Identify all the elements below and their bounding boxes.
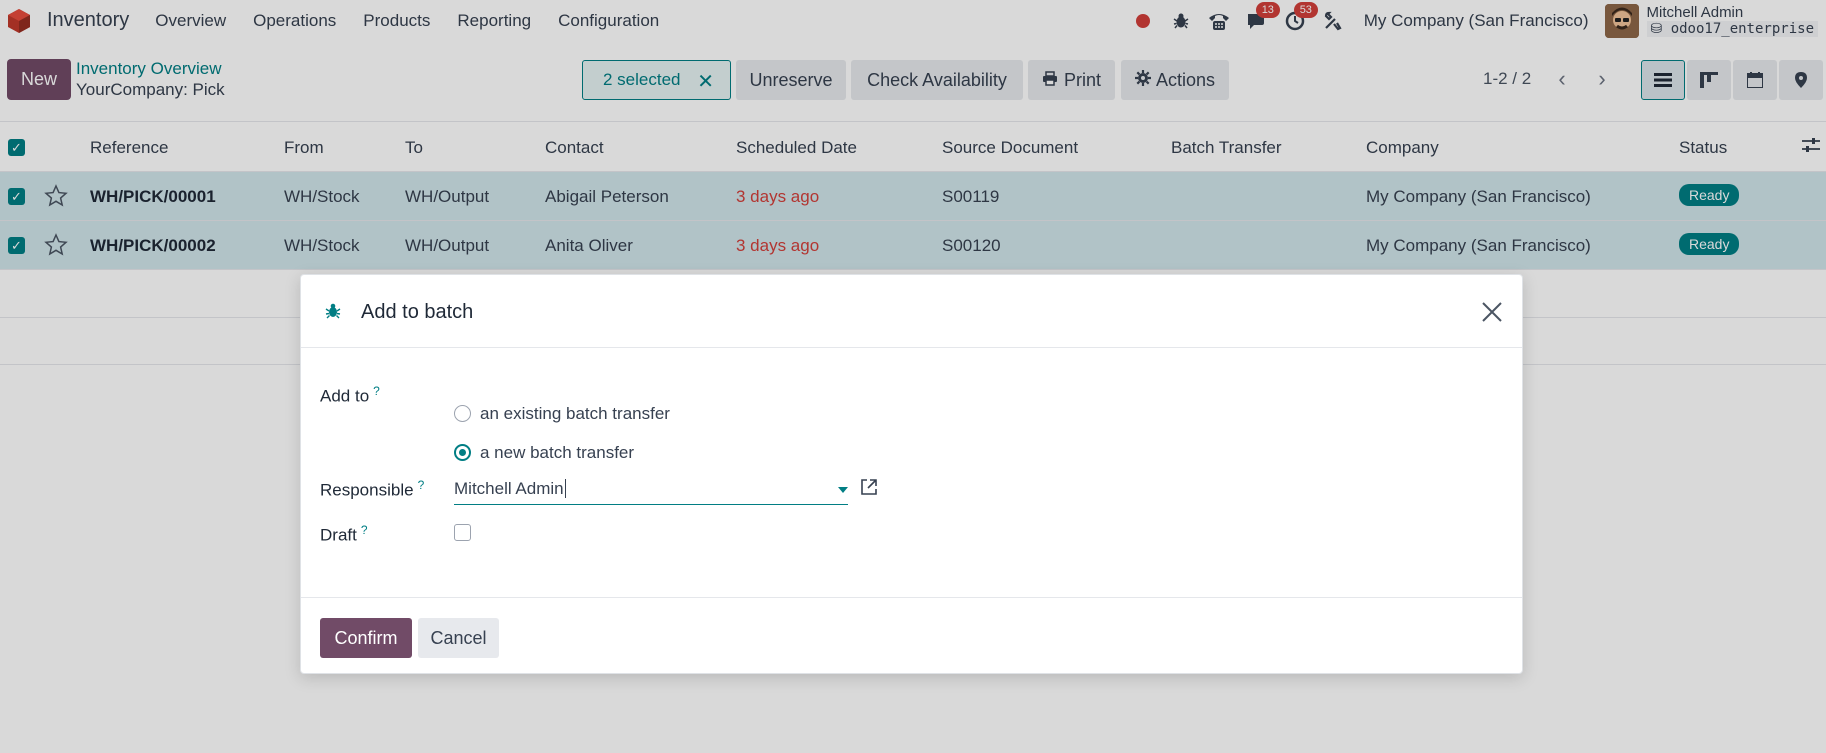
draft-label-text: Draft [320, 525, 357, 545]
add-to-label-text: Add to [320, 386, 370, 406]
close-icon[interactable] [1479, 299, 1505, 325]
help-icon[interactable]: ? [361, 523, 368, 537]
dialog-header: Add to batch [301, 275, 1522, 348]
draft-checkbox[interactable] [454, 524, 471, 541]
dialog-title: Add to batch [361, 301, 474, 323]
radio-existing-batch-label[interactable]: an existing batch transfer [480, 404, 670, 424]
responsible-value[interactable]: Mitchell Admin [454, 479, 564, 498]
bug-icon [324, 302, 342, 320]
add-to-label: Add to? [320, 384, 380, 407]
confirm-button[interactable]: Confirm [320, 618, 412, 658]
responsible-field[interactable]: Mitchell Admin [454, 477, 848, 505]
radio-existing-batch[interactable] [454, 405, 471, 422]
dialog-footer: Confirm Cancel [301, 597, 1522, 675]
draft-label: Draft? [320, 523, 368, 546]
dialog-body: Add to? an existing batch transfer a new… [301, 349, 1522, 597]
help-icon[interactable]: ? [373, 384, 380, 398]
responsible-label: Responsible? [320, 478, 424, 501]
responsible-label-text: Responsible [320, 480, 414, 500]
text-cursor [564, 479, 566, 498]
add-to-batch-dialog: Add to batch Add to? an existing batch t… [300, 274, 1523, 674]
chevron-down-icon[interactable] [838, 487, 848, 493]
radio-new-batch-label[interactable]: a new batch transfer [480, 443, 634, 463]
external-link-icon[interactable] [859, 477, 879, 497]
cancel-button[interactable]: Cancel [418, 618, 499, 658]
help-icon[interactable]: ? [418, 478, 425, 492]
radio-new-batch[interactable] [454, 444, 471, 461]
